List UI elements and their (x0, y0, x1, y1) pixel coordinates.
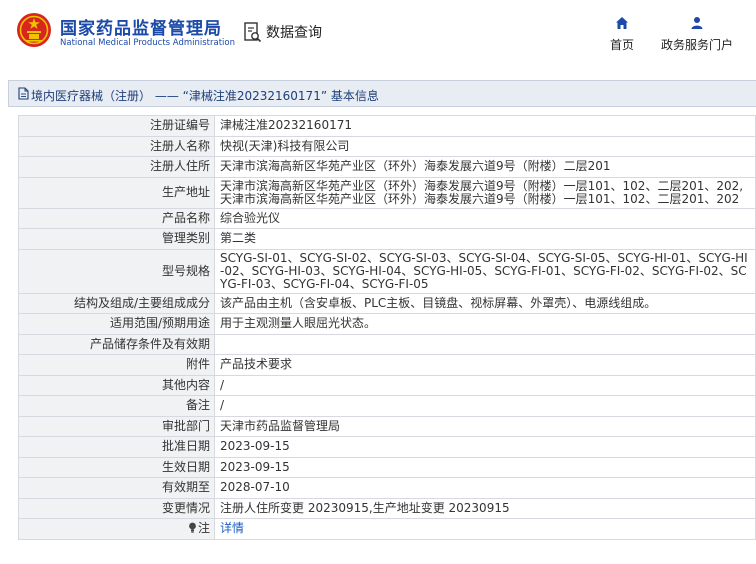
field-label: 产品储存条件及有效期 (18, 333, 215, 355)
document-icon (18, 87, 29, 100)
field-value: / (214, 374, 756, 396)
field-value: 津械注准20232160171 (214, 115, 756, 137)
table-row: 注册人住所 天津市滨海高新区华苑产业区（环外）海泰发展六道9号（附楼）二层201 (18, 156, 756, 178)
nav-service-label: 政务服务门户 (660, 38, 733, 52)
field-value: SCYG-SI-01、SCYG-SI-02、SCYG-SI-03、SCYG-SI… (214, 248, 756, 294)
field-label: 审批部门 (18, 415, 215, 437)
nav-home-label: 首页 (609, 38, 634, 52)
nav-service-portal[interactable]: 政务服务门户 (658, 16, 736, 53)
table-row: 备注 / (18, 395, 756, 417)
field-label: 结构及组成/主要组成成分 (18, 292, 215, 314)
national-emblem-icon[interactable] (16, 12, 52, 48)
nav-home[interactable]: 首页 (606, 16, 638, 53)
field-label: 有效期至 (18, 477, 215, 499)
record-title: 境内医疗器械（注册） —— “津械注准20232160171” 基本信息 (31, 89, 379, 103)
field-label: 适用范围/预期用途 (18, 313, 215, 335)
table-row: 批准日期 2023-09-15 (18, 436, 756, 458)
field-value: / (214, 395, 756, 417)
field-label: 产品名称 (18, 207, 215, 229)
table-row: 生产地址 天津市滨海高新区华苑产业区（环外）海泰发展六道9号（附楼）一层101、… (18, 176, 756, 209)
table-row: 产品储存条件及有效期 (18, 333, 756, 355)
field-value: 详情 (214, 518, 756, 540)
field-value: 用于主观测量人眼屈光状态。 (214, 313, 756, 335)
table-row: 注册人名称 快视(天津)科技有限公司 (18, 135, 756, 157)
details-link[interactable]: 详情 (220, 521, 244, 535)
table-row: 适用范围/预期用途 用于主观测量人眼屈光状态。 (18, 313, 756, 335)
field-label: 附件 (18, 354, 215, 376)
field-value: 综合验光仪 (214, 207, 756, 229)
table-row: 附件 产品技术要求 (18, 354, 756, 376)
table-row: 有效期至 2028-07-10 (18, 477, 756, 499)
field-value: 该产品由主机（含安卓板、PLC主板、目镜盘、视标屏幕、外罩壳）、电源线组成。 (214, 292, 756, 314)
brand-name-en[interactable]: National Medical Products Administration (60, 38, 235, 48)
field-label: 注 (197, 521, 210, 536)
table-row: 型号规格 SCYG-SI-01、SCYG-SI-02、SCYG-SI-03、SC… (18, 248, 756, 294)
field-label: 管理类别 (18, 228, 215, 250)
field-label: 生效日期 (18, 456, 215, 478)
table-row: 结构及组成/主要组成成分 该产品由主机（含安卓板、PLC主板、目镜盘、视标屏幕、… (18, 292, 756, 314)
field-value: 快视(天津)科技有限公司 (214, 135, 756, 157)
field-label: 型号规格 (18, 248, 215, 294)
field-value: 天津市滨海高新区华苑产业区（环外）海泰发展六道9号（附楼）一层101、102、二… (214, 176, 756, 209)
table-row: 管理类别 第二类 (18, 228, 756, 250)
note-label-cell: 注 (18, 518, 215, 540)
field-value: 2028-07-10 (214, 477, 756, 499)
field-value (214, 333, 756, 355)
field-value: 天津市滨海高新区华苑产业区（环外）海泰发展六道9号（附楼）二层201 (214, 156, 756, 178)
field-value: 产品技术要求 (214, 354, 756, 376)
table-row: 生效日期 2023-09-15 (18, 456, 756, 478)
field-label: 批准日期 (18, 436, 215, 458)
table-row: 审批部门 天津市药品监督管理局 (18, 415, 756, 437)
field-label: 注册人名称 (18, 135, 215, 157)
site-header: 国家药品监督管理局 National Medical Products Admi… (0, 0, 756, 66)
field-value: 2023-09-15 (214, 456, 756, 478)
field-value: 天津市药品监督管理局 (214, 415, 756, 437)
home-icon (616, 17, 628, 29)
data-query-icon (244, 22, 262, 43)
table-row: 其他内容 / (18, 374, 756, 396)
field-label: 其他内容 (18, 374, 215, 396)
user-icon (691, 17, 703, 29)
field-label: 注册证编号 (18, 115, 215, 137)
table-row: 注册证编号 津械注准20232160171 (18, 115, 756, 137)
field-label: 变更情况 (18, 497, 215, 519)
table-row: 变更情况 注册人住所变更 20230915,生产地址变更 20230915 (18, 497, 756, 519)
registration-detail-table: 注册证编号 津械注准20232160171 注册人名称 快视(天津)科技有限公司… (18, 115, 756, 540)
field-value: 注册人住所变更 20230915,生产地址变更 20230915 (214, 497, 756, 519)
field-label: 备注 (18, 395, 215, 417)
field-label: 注册人住所 (18, 156, 215, 178)
data-query-label[interactable]: 数据查询 (266, 22, 322, 42)
table-row: 注 详情 (18, 518, 756, 540)
field-value: 第二类 (214, 228, 756, 250)
field-value: 2023-09-15 (214, 436, 756, 458)
brand-name-cn[interactable]: 国家药品监督管理局 (60, 14, 222, 39)
record-title-bar: 境内医疗器械（注册） —— “津械注准20232160171” 基本信息 (8, 80, 756, 107)
field-label: 生产地址 (18, 176, 215, 209)
table-row: 产品名称 综合验光仪 (18, 207, 756, 229)
lightbulb-icon (189, 522, 196, 533)
